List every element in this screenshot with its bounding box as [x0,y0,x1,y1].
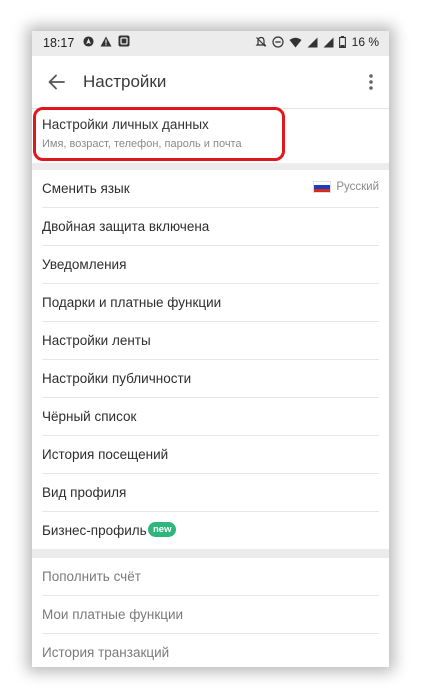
wifi-icon [289,37,302,47]
new-badge: new [148,522,177,537]
app-bar: Настройки [32,56,389,109]
item-label: История посещений [42,447,169,462]
personal-data-title: Настройки личных данных [42,117,209,132]
settings-item-language[interactable]: Сменить язык Русский [42,170,379,208]
warning-icon [100,36,112,46]
item-label: Уведомления [42,257,127,272]
payment-item-transactions[interactable]: История транзакций [42,634,379,667]
battery-percent: 16 % [351,35,379,49]
status-time: 18:17 [43,36,75,50]
settings-item-gifts[interactable]: Подарки и платные функции [42,284,379,322]
current-language: Русский [313,181,379,193]
item-label: Бизнес-профиль [42,523,147,538]
settings-list: Сменить язык Русский Двойная защита вклю… [32,170,389,549]
status-bar: 18:17 16 % [32,31,389,56]
battery-icon [338,36,346,48]
item-label: Настройки ленты [42,333,151,348]
settings-item-two-factor[interactable]: Двойная защита включена [42,208,379,246]
app-icon [118,35,130,47]
item-label: История транзакций [42,645,170,660]
personal-data-settings[interactable]: Настройки личных данных Имя, возраст, те… [32,107,389,163]
more-vert-icon[interactable] [363,70,379,94]
back-arrow-icon[interactable] [46,71,68,93]
settings-item-visit-history[interactable]: История посещений [42,436,379,474]
status-right-icons: 16 % [255,35,379,49]
phone-screen: 18:17 16 % Настройки Настройки личных да… [32,31,389,667]
signal-icon [323,37,334,47]
personal-data-subtitle: Имя, возраст, телефон, пароль и почта [42,138,242,150]
settings-item-feed[interactable]: Настройки ленты [42,322,379,360]
item-label: Мои платные функции [42,607,184,622]
navigation-icon [83,35,94,47]
item-label: Чёрный список [42,409,137,424]
signal-icon [307,37,318,47]
russia-flag-icon [313,181,332,193]
notifications-off-icon [255,36,267,47]
section-divider [32,549,389,558]
item-label: Пополнить счёт [42,569,141,584]
page-title: Настройки [83,72,167,91]
settings-item-business-profile[interactable]: Бизнес-профиль new [42,512,379,549]
settings-item-blacklist[interactable]: Чёрный список [42,398,379,436]
status-left-icons [83,35,130,47]
language-value: Русский [336,181,379,193]
settings-item-profile-view[interactable]: Вид профиля [42,474,379,512]
payment-item-top-up[interactable]: Пополнить счёт [42,558,379,596]
settings-item-notifications[interactable]: Уведомления [42,246,379,284]
section-divider [32,163,389,170]
payment-item-my-paid-features[interactable]: Мои платные функции [42,596,379,634]
settings-item-publicity[interactable]: Настройки публичности [42,360,379,398]
dnd-icon [272,36,284,48]
item-label: Двойная защита включена [42,219,210,234]
item-label: Настройки публичности [42,371,192,386]
highlight-frame [33,107,285,161]
item-label: Сменить язык [42,181,130,196]
item-label: Вид профиля [42,485,127,500]
payment-list: Пополнить счёт Мои платные функции Истор… [32,558,389,667]
item-label: Подарки и платные функции [42,295,222,310]
